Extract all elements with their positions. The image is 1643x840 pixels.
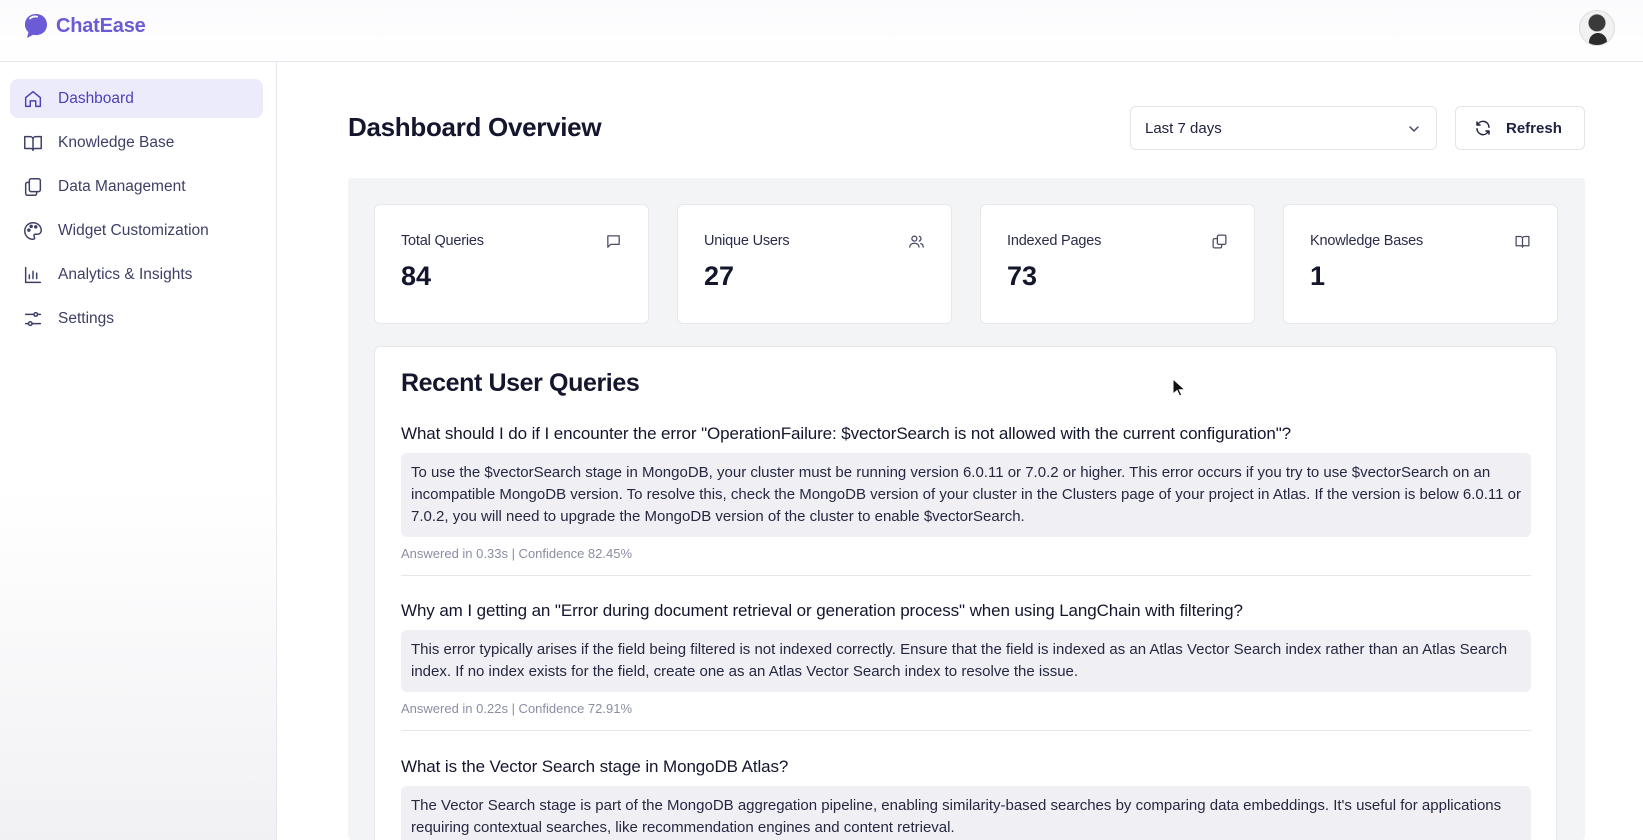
sidebar: Dashboard Knowledge Base Data Management… bbox=[0, 62, 277, 840]
main-content: Dashboard Overview Last 7 days Refresh T… bbox=[278, 62, 1643, 840]
files-icon bbox=[24, 177, 42, 196]
sidebar-item-knowledge-base[interactable]: Knowledge Base bbox=[10, 123, 263, 162]
refresh-icon bbox=[1476, 120, 1490, 136]
mouse-cursor-icon bbox=[1172, 378, 1186, 397]
book-icon bbox=[24, 135, 42, 151]
stat-label: Total Queries bbox=[401, 233, 484, 249]
refresh-button[interactable]: Refresh bbox=[1455, 106, 1585, 150]
query-meta: Answered in 0.22s | Confidence 72.91% bbox=[401, 701, 633, 716]
chevron-down-icon bbox=[1409, 126, 1419, 132]
home-icon bbox=[24, 90, 42, 107]
top-bar: ChatEase bbox=[0, 0, 1643, 62]
sidebar-item-label: Knowledge Base bbox=[58, 133, 175, 151]
divider bbox=[401, 730, 1531, 731]
dashboard-panel: Total Queries 84 Unique Users 27 Indexed… bbox=[348, 178, 1585, 840]
palette-icon bbox=[24, 221, 42, 240]
app-name: ChatEase bbox=[56, 14, 146, 37]
refresh-label: Refresh bbox=[1506, 119, 1562, 137]
query-meta: Answered in 0.33s | Confidence 82.45% bbox=[401, 546, 633, 561]
query-question: What should I do if I encounter the erro… bbox=[401, 424, 1292, 443]
stat-value: 84 bbox=[401, 261, 432, 291]
stat-card-knowledge-bases: Knowledge Bases 1 bbox=[1283, 204, 1558, 324]
stat-label: Knowledge Bases bbox=[1310, 233, 1424, 249]
stat-card-indexed-pages: Indexed Pages 73 bbox=[980, 204, 1255, 324]
sidebar-item-widget-customization[interactable]: Widget Customization bbox=[10, 211, 263, 250]
user-avatar[interactable] bbox=[1579, 10, 1615, 46]
stat-value: 73 bbox=[1007, 261, 1038, 291]
recent-queries-card: Recent User Queries What should I do if … bbox=[374, 346, 1557, 840]
date-range-select[interactable]: Last 7 days bbox=[1130, 106, 1437, 150]
query-question: Why am I getting an "Error during docume… bbox=[401, 601, 1243, 620]
stat-value: 27 bbox=[704, 261, 735, 291]
query-answer: This error typically arises if the field… bbox=[401, 630, 1531, 692]
recent-queries-title: Recent User Queries bbox=[401, 369, 640, 397]
book-icon bbox=[1515, 235, 1530, 248]
stat-label: Unique Users bbox=[704, 233, 790, 249]
message-icon bbox=[607, 235, 620, 248]
sidebar-item-label: Dashboard bbox=[58, 89, 134, 107]
date-range-value: Last 7 days bbox=[1145, 119, 1222, 137]
query-answer: To use the $vectorSearch stage in MongoD… bbox=[401, 453, 1531, 537]
stat-card-unique-users: Unique Users 27 bbox=[677, 204, 952, 324]
stat-value: 1 bbox=[1310, 261, 1326, 291]
users-icon bbox=[909, 235, 924, 248]
copy-icon bbox=[1212, 234, 1227, 249]
sidebar-item-dashboard[interactable]: Dashboard bbox=[10, 79, 263, 118]
logo[interactable]: ChatEase bbox=[22, 12, 146, 40]
sidebar-item-settings[interactable]: Settings bbox=[10, 299, 263, 338]
list-item: Why am I getting an "Error during docume… bbox=[401, 600, 1531, 731]
sidebar-item-label: Widget Customization bbox=[58, 221, 209, 239]
sidebar-item-label: Analytics & Insights bbox=[58, 265, 193, 283]
query-answer: The Vector Search stage is part of the M… bbox=[401, 786, 1531, 840]
stat-label: Indexed Pages bbox=[1007, 233, 1102, 249]
sliders-icon bbox=[24, 311, 42, 326]
stat-card-total-queries: Total Queries 84 bbox=[374, 204, 649, 324]
chat-bubble-logo-icon bbox=[25, 14, 47, 38]
sidebar-item-label: Settings bbox=[58, 309, 115, 327]
sidebar-item-label: Data Management bbox=[58, 177, 186, 195]
list-item: What is the Vector Search stage in Mongo… bbox=[401, 756, 1531, 840]
list-item: What should I do if I encounter the erro… bbox=[401, 423, 1531, 576]
sidebar-item-data-management[interactable]: Data Management bbox=[10, 167, 263, 206]
divider bbox=[401, 575, 1531, 576]
sidebar-item-analytics[interactable]: Analytics & Insights bbox=[10, 255, 263, 294]
query-question: What is the Vector Search stage in Mongo… bbox=[401, 757, 789, 776]
bar-chart-icon bbox=[24, 266, 42, 283]
page-title: Dashboard Overview bbox=[348, 112, 602, 142]
